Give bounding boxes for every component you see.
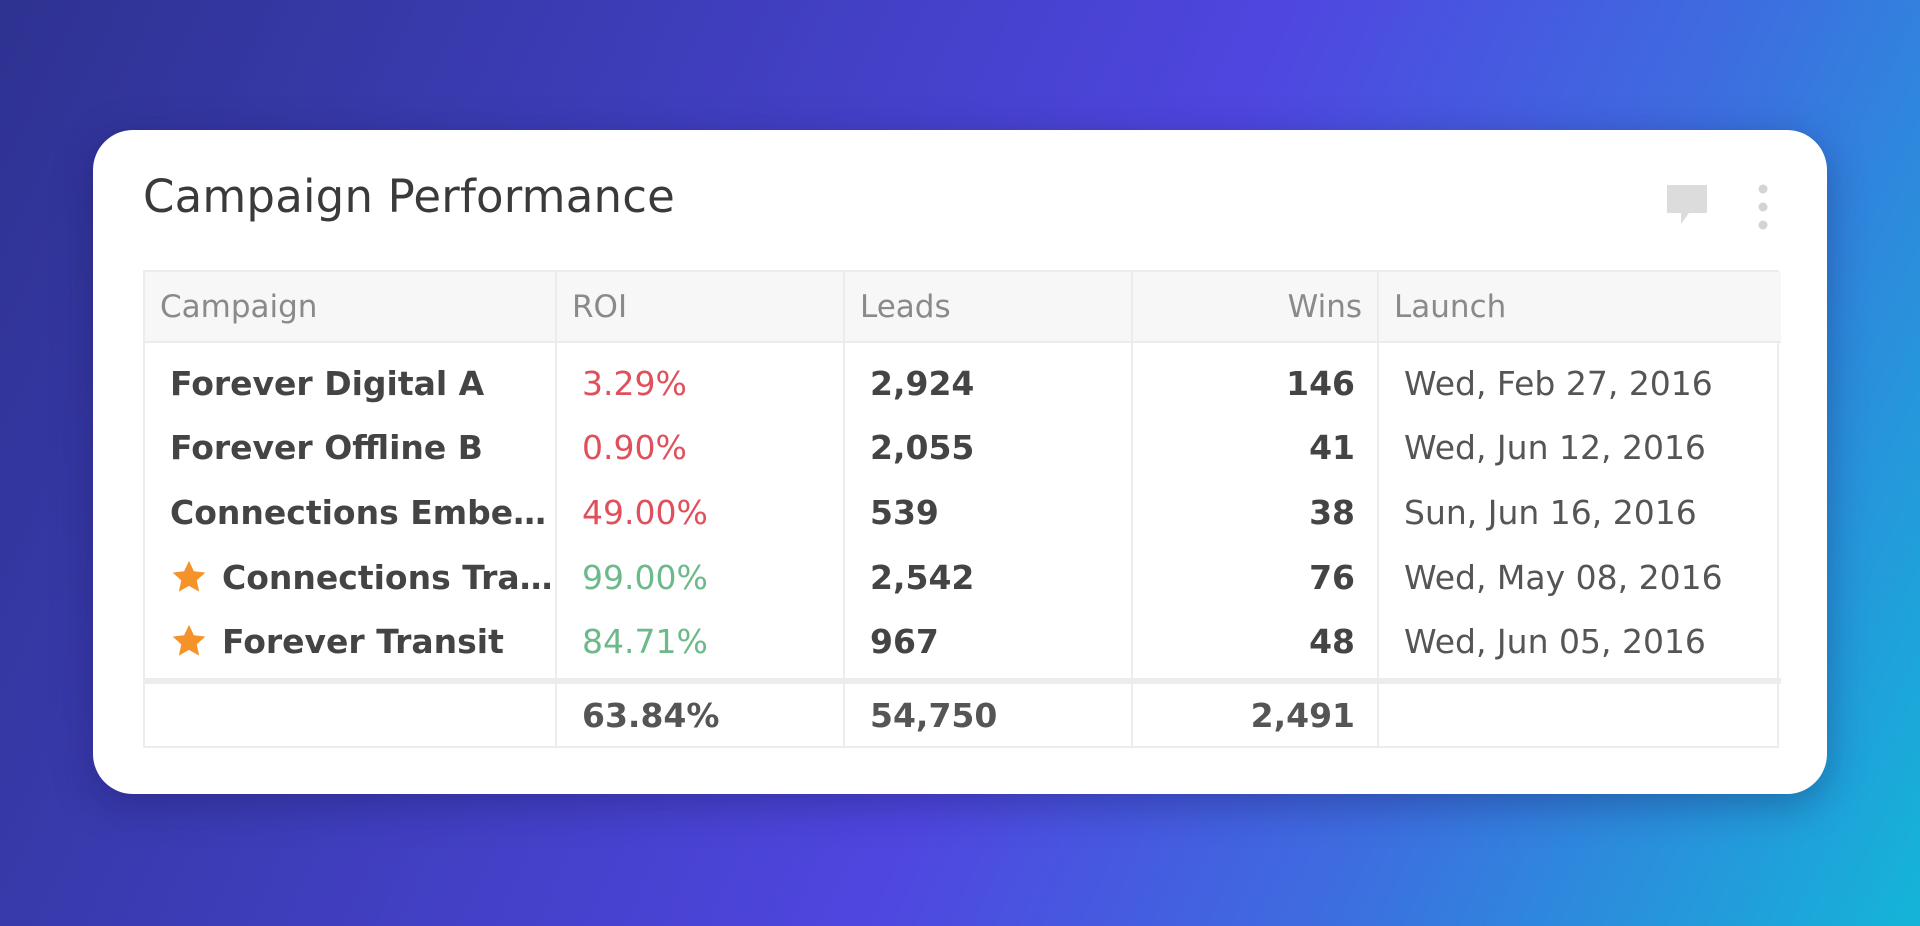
- campaign-name: Connections Tra...: [222, 558, 556, 597]
- table-row[interactable]: Forever Digital A 3.29% 2,924 146 Wed, Feb 2…: [145, 342, 1781, 415]
- cell-wins: 76: [1132, 545, 1379, 610]
- cell-campaign: Forever Transit: [145, 610, 557, 681]
- campaign-table: Campaign ROI Leads Wins Launch Forever D…: [143, 270, 1781, 748]
- total-wins: 2,491: [1132, 678, 1379, 747]
- widget-title: Campaign Performance: [143, 170, 676, 223]
- cell-wins: 146: [1132, 342, 1379, 415]
- campaign-name: Forever Digital A: [170, 363, 485, 403]
- cell-roi: 0.90%: [556, 415, 845, 480]
- table-row[interactable]: Connections Tra... 99.00% 2,542 76 Wed, May …: [145, 545, 1781, 610]
- cell-launch: Wed, May 08, 2016: [1404, 558, 1723, 597]
- comment-icon[interactable]: [1664, 182, 1710, 228]
- cell-leads: 2,542: [844, 545, 1133, 610]
- cell-leads: 539: [844, 480, 1133, 545]
- cell-leads: 2,924: [844, 342, 1133, 415]
- column-header-launch[interactable]: Launch: [1378, 272, 1781, 343]
- cell-launch: Wed, Feb 27, 2016: [1404, 363, 1713, 403]
- column-header-wins[interactable]: Wins: [1132, 272, 1379, 343]
- cell-wins: 41: [1132, 415, 1379, 480]
- cell-roi: 99.00%: [556, 545, 845, 610]
- table-body: Forever Digital A 3.29% 2,924 146 Wed, Feb 2…: [145, 342, 1781, 747]
- cell-wins: 38: [1132, 480, 1379, 545]
- table-header-row: Campaign ROI Leads Wins Launch: [145, 272, 1781, 343]
- star-icon: [172, 560, 206, 592]
- cell-roi: 84.71%: [556, 610, 845, 681]
- total-launch: [1378, 678, 1781, 747]
- total-roi: 63.84%: [556, 678, 845, 747]
- column-header-campaign[interactable]: Campaign: [145, 272, 557, 343]
- cell-campaign: Forever Offline B: [145, 415, 557, 480]
- cell-wins: 48: [1132, 610, 1379, 681]
- cell-launch: Wed, Jun 12, 2016: [1404, 428, 1706, 467]
- cell-roi: 3.29%: [556, 342, 845, 415]
- cell-launch: Sun, Jun 16, 2016: [1404, 493, 1697, 532]
- table-row[interactable]: Forever Transit 84.71% 967 48 Wed, Jun 05, 2…: [145, 610, 1781, 681]
- campaign-name: Connections Embed...: [170, 493, 556, 532]
- cell-campaign: Connections Embed...: [145, 480, 557, 545]
- cell-roi: 49.00%: [556, 480, 845, 545]
- star-icon: [172, 624, 206, 656]
- cell-launch: Wed, Jun 05, 2016: [1404, 621, 1706, 661]
- table-row[interactable]: Connections Embed... 49.00% 539 38 Sun, Jun …: [145, 480, 1781, 545]
- cell-leads: 2,055: [844, 415, 1133, 480]
- column-header-leads[interactable]: Leads: [844, 272, 1133, 343]
- total-leads: 54,750: [844, 678, 1133, 747]
- cell-campaign: Forever Digital A: [145, 342, 557, 415]
- campaign-name: Forever Offline B: [170, 428, 483, 467]
- table-totals-row: 63.84% 54,750 2,491: [145, 678, 1781, 747]
- cell-leads: 967: [844, 610, 1133, 681]
- column-header-roi[interactable]: ROI: [556, 272, 845, 343]
- campaign-name: Forever Transit: [222, 621, 504, 661]
- table-row[interactable]: Forever Offline B 0.90% 2,055 41 Wed, Jun 12…: [145, 415, 1781, 480]
- more-vertical-icon[interactable]: [1755, 182, 1771, 232]
- total-campaign: [145, 678, 557, 747]
- campaign-performance-widget: Campaign Performance Campaign ROI Leads …: [93, 130, 1827, 794]
- cell-campaign: Connections Tra...: [145, 545, 557, 610]
